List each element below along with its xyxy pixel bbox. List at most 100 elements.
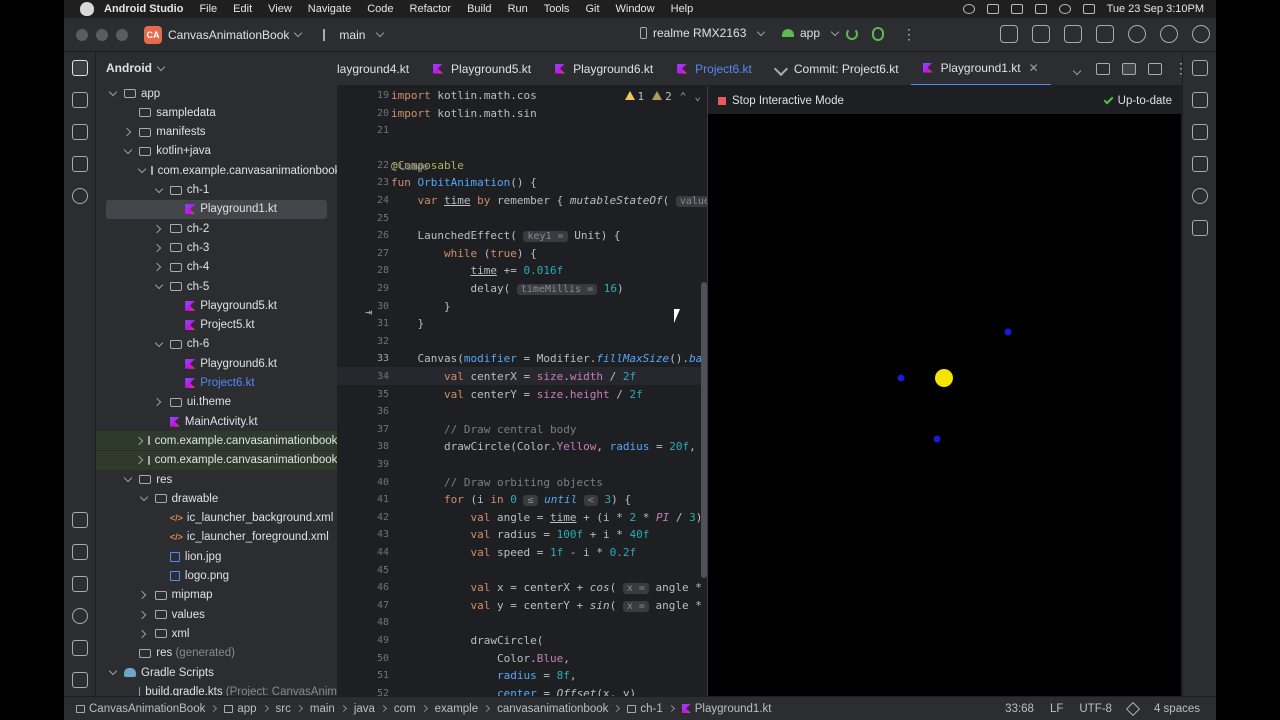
code-line[interactable]: val speed = 1f - i * 0.2f xyxy=(391,546,636,559)
breadcrumb-item[interactable]: main xyxy=(291,703,335,715)
tab-project6-kt[interactable]: Project6.kt xyxy=(665,52,764,85)
stop-icon[interactable] xyxy=(718,97,726,105)
breadcrumb-item[interactable]: java xyxy=(335,703,375,715)
chevron-down-icon[interactable] xyxy=(294,28,303,38)
tree-row[interactable]: build.gradle.kts (Project: CanvasAnim xyxy=(96,682,337,696)
chevron-right-icon[interactable] xyxy=(154,397,164,407)
tree-row[interactable]: Gradle Scripts xyxy=(96,663,337,682)
chevron-down-icon[interactable] xyxy=(139,494,149,504)
tree-row[interactable]: drawable xyxy=(96,489,337,508)
inspection-widget[interactable]: 1 2 ⌃ ⌄ xyxy=(624,90,701,103)
usage-hint[interactable]: 1 Usage xyxy=(391,162,428,173)
chevron-right-icon[interactable] xyxy=(154,262,164,272)
menu-git[interactable]: Git xyxy=(585,3,599,15)
code-line[interactable]: Canvas(modifier = Modifier.fillMaxSize()… xyxy=(391,352,707,365)
code-line[interactable]: time += 0.016f xyxy=(391,264,563,277)
tab-commit-project6-kt[interactable]: Commit: Project6.kt xyxy=(764,52,911,85)
chevron-down-icon[interactable] xyxy=(1072,63,1084,75)
device-selector[interactable]: realme RMX2163 xyxy=(640,26,766,40)
project-folder-icon[interactable] xyxy=(72,60,88,76)
tree-row[interactable]: MainActivity.kt xyxy=(96,412,337,431)
design-view-icon[interactable] xyxy=(1148,62,1162,75)
code-line[interactable]: // Draw orbiting objects xyxy=(391,476,603,489)
notifications-icon[interactable] xyxy=(1192,60,1208,76)
build-hammer-icon[interactable] xyxy=(72,512,88,528)
tree-row[interactable]: manifests xyxy=(96,123,337,142)
tree-row[interactable]: res xyxy=(96,470,337,489)
tree-row[interactable]: ch-3 xyxy=(96,238,337,257)
project-switcher[interactable]: CanvasAnimationBook xyxy=(168,28,289,42)
account-icon[interactable] xyxy=(1192,25,1210,43)
control-center-icon[interactable] xyxy=(1082,4,1095,14)
breadcrumb-item[interactable]: app xyxy=(205,703,257,715)
code-line[interactable]: val centerX = size.width / 2f xyxy=(391,370,636,383)
menu-navigate[interactable]: Navigate xyxy=(308,3,351,15)
chevron-up-icon[interactable]: ⌃ xyxy=(680,90,687,103)
chevron-down-icon[interactable] xyxy=(139,166,145,176)
wifi-icon[interactable] xyxy=(1034,4,1047,14)
more-actions-icon[interactable]: ⋮ xyxy=(902,26,916,43)
chevron-right-icon[interactable] xyxy=(123,127,133,137)
tree-row[interactable]: app xyxy=(96,84,337,103)
code-line[interactable]: val angle = time + (i * 2 * PI / 3).to xyxy=(391,511,707,524)
chevron-right-icon[interactable] xyxy=(139,436,142,446)
record-icon[interactable] xyxy=(962,4,975,14)
menu-window[interactable]: Window xyxy=(616,3,655,15)
logcat-icon[interactable] xyxy=(72,576,88,592)
code-line[interactable]: } xyxy=(391,317,424,330)
chevron-right-icon[interactable] xyxy=(139,610,149,620)
chevron-down-icon[interactable]: ⌄ xyxy=(694,90,701,103)
chevron-down-icon[interactable] xyxy=(123,146,133,156)
tree-row[interactable]: xml xyxy=(96,624,337,643)
menu-edit[interactable]: Edit xyxy=(233,3,252,15)
code-line[interactable]: import kotlin.math.cos xyxy=(391,89,537,102)
code-line[interactable]: while (true) { xyxy=(391,247,537,260)
breadcrumb-item[interactable]: src xyxy=(257,703,291,715)
device-file-explorer-icon[interactable] xyxy=(1192,124,1208,140)
tree-row[interactable]: ch-2 xyxy=(96,219,337,238)
breadcrumb-item[interactable]: Playground1.kt xyxy=(663,703,771,715)
gem-icon[interactable] xyxy=(72,544,88,560)
display-icon[interactable] xyxy=(1010,4,1023,14)
code-line[interactable]: LaunchedEffect( key1 = Unit) { xyxy=(391,229,621,243)
layout-inspector-icon[interactable] xyxy=(1192,220,1208,236)
breadcrumb-item[interactable]: com xyxy=(375,703,416,715)
search-everywhere-icon[interactable] xyxy=(1128,25,1146,43)
tree-row[interactable]: sampledata xyxy=(96,103,337,122)
vcs-icon[interactable] xyxy=(1000,25,1018,43)
chevron-right-icon[interactable] xyxy=(154,224,164,234)
code-line[interactable]: } xyxy=(391,300,451,313)
tree-row[interactable]: com.example.canvasanimationbook xyxy=(96,161,337,180)
settings-gear-icon[interactable] xyxy=(1160,25,1178,43)
code-line[interactable]: val y = centerY + sin( x = angle * spee xyxy=(391,599,707,612)
tree-row[interactable]: Project5.kt xyxy=(96,316,337,335)
menu-view[interactable]: View xyxy=(268,3,292,15)
chevron-down-icon[interactable] xyxy=(108,89,118,99)
chevron-down-icon[interactable] xyxy=(154,282,164,292)
chevron-down-icon[interactable] xyxy=(154,185,164,195)
running-devices-icon[interactable] xyxy=(1192,156,1208,172)
gemini-icon[interactable] xyxy=(1192,188,1208,204)
code-line[interactable]: // Draw central body xyxy=(391,423,576,436)
tree-row[interactable]: com.example.canvasanimationbook xyxy=(96,431,337,451)
resource-manager-icon[interactable] xyxy=(72,124,88,140)
indent-setting[interactable]: 4 spaces xyxy=(1154,703,1200,715)
breadcrumb-item[interactable]: CanvasAnimationBook xyxy=(76,703,205,715)
line-separator[interactable]: LF xyxy=(1050,703,1063,715)
tree-row[interactable]: lion.jpg xyxy=(96,547,337,566)
more-icon[interactable]: ⋮ xyxy=(1174,61,1188,77)
preview-canvas[interactable] xyxy=(708,114,1181,696)
menu-build[interactable]: Build xyxy=(467,3,491,15)
tree-row[interactable]: </> ic_launcher_foreground.xml xyxy=(96,528,337,547)
tree-row[interactable]: mipmap xyxy=(96,586,337,605)
sdk-manager-icon[interactable] xyxy=(1096,25,1114,43)
chevron-down-icon[interactable] xyxy=(123,475,133,485)
menu-file[interactable]: File xyxy=(199,3,217,15)
code-line[interactable]: val centerY = size.height / 2f xyxy=(391,388,643,401)
search-icon[interactable] xyxy=(1058,4,1071,14)
extension-icon[interactable] xyxy=(986,4,999,14)
chevron-down-icon[interactable] xyxy=(154,339,164,349)
file-encoding[interactable]: UTF-8 xyxy=(1079,703,1112,715)
minimize-window-button[interactable] xyxy=(96,28,108,41)
tree-row[interactable]: logo.png xyxy=(96,567,337,586)
